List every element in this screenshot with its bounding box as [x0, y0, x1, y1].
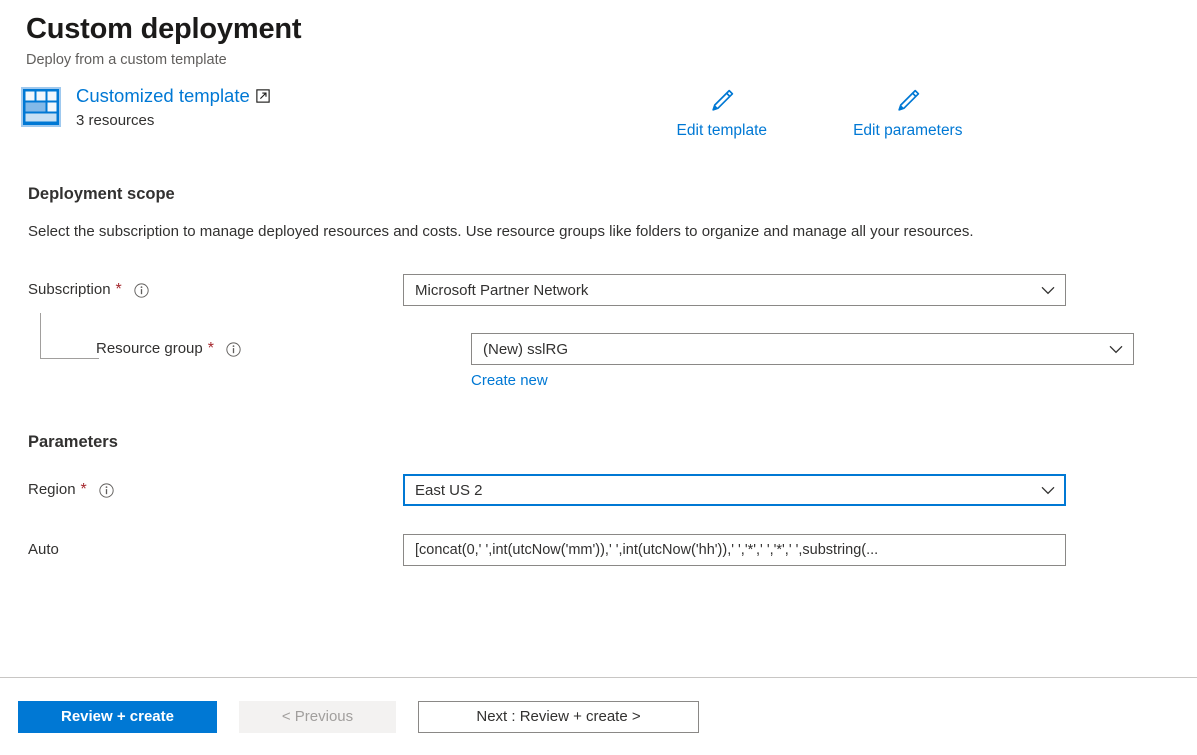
subscription-value: Microsoft Partner Network: [415, 281, 589, 299]
region-required-marker: *: [80, 481, 87, 498]
resource-group-field: (New) sslRG Create new: [471, 333, 1134, 390]
template-grid-icon: [21, 87, 61, 127]
customized-template-link[interactable]: Customized template: [76, 84, 270, 108]
edit-template-label: Edit template: [676, 122, 768, 139]
subscription-label: Subscription: [28, 281, 111, 298]
template-summary-row: Customized template 3 resources Edit tem…: [0, 84, 1197, 140]
page-header: Custom deployment Deploy from a custom t…: [0, 0, 1197, 70]
info-icon[interactable]: [134, 282, 149, 298]
auto-input[interactable]: [concat(0,' ',int(utcNow('mm')),' ',int(…: [403, 534, 1066, 566]
pencil-icon: [898, 89, 920, 111]
deployment-scope-heading: Deployment scope: [28, 185, 175, 203]
subscription-field: Microsoft Partner Network: [403, 274, 1066, 306]
external-link-icon: [256, 89, 270, 103]
chevron-down-icon: [1109, 345, 1123, 353]
subscription-row: Subscription * Microsoft Partner Network: [28, 274, 1197, 306]
subscription-select[interactable]: Microsoft Partner Network: [403, 274, 1066, 306]
deployment-scope-description: Select the subscription to manage deploy…: [28, 223, 974, 240]
edit-parameters-button[interactable]: Edit parameters: [846, 86, 970, 140]
region-field: East US 2: [403, 474, 1066, 506]
resource-group-value: (New) sslRG: [483, 340, 568, 358]
pencil-icon: [712, 89, 734, 111]
region-row: Region * East US 2: [28, 474, 1197, 506]
edit-parameters-label: Edit parameters: [853, 122, 963, 139]
auto-row: Auto [concat(0,' ',int(utcNow('mm')),' '…: [28, 534, 1197, 566]
previous-button: < Previous: [239, 700, 396, 733]
auto-value: [concat(0,' ',int(utcNow('mm')),' ',int(…: [415, 542, 879, 558]
main-content: Deployment scope Select the subscription…: [0, 185, 1197, 566]
info-icon[interactable]: [99, 482, 114, 498]
create-new-resource-group-link[interactable]: Create new: [471, 372, 548, 389]
auto-label: Auto: [28, 541, 59, 558]
resource-group-required-marker: *: [207, 340, 214, 357]
region-label-group: Region *: [28, 474, 403, 500]
resource-group-label: Resource group: [96, 340, 203, 357]
template-info: Customized template 3 resources: [20, 84, 270, 132]
edit-actions: Edit template Edit parameters: [660, 84, 970, 140]
next-review-create-button[interactable]: Next : Review + create >: [418, 700, 699, 733]
region-select[interactable]: East US 2: [403, 474, 1066, 506]
region-label: Region: [28, 481, 76, 498]
region-value: East US 2: [415, 481, 483, 499]
auto-label-group: Auto: [28, 534, 403, 560]
customized-template-label: Customized template: [76, 85, 250, 106]
parameters-heading: Parameters: [28, 433, 118, 451]
edit-template-button[interactable]: Edit template: [660, 86, 784, 140]
chevron-down-icon: [1041, 286, 1055, 294]
page-title: Custom deployment: [26, 13, 302, 45]
subscription-label-group: Subscription *: [28, 274, 403, 300]
info-icon[interactable]: [226, 341, 241, 357]
chevron-down-icon: [1041, 486, 1055, 494]
footer-action-bar: Review + create < Previous Next : Review…: [0, 678, 1197, 755]
hierarchy-connector-line: [40, 313, 99, 359]
resource-group-select[interactable]: (New) sslRG: [471, 333, 1134, 365]
subscription-required-marker: *: [115, 281, 122, 298]
review-create-button[interactable]: Review + create: [18, 700, 217, 733]
template-resource-count: 3 resources: [76, 112, 155, 129]
page-subtitle: Deploy from a custom template: [26, 52, 227, 68]
resource-group-row: Resource group * (New) sslRG Create new: [28, 313, 1197, 390]
auto-field: [concat(0,' ',int(utcNow('mm')),' ',int(…: [403, 534, 1066, 566]
template-text: Customized template 3 resources: [76, 84, 270, 132]
